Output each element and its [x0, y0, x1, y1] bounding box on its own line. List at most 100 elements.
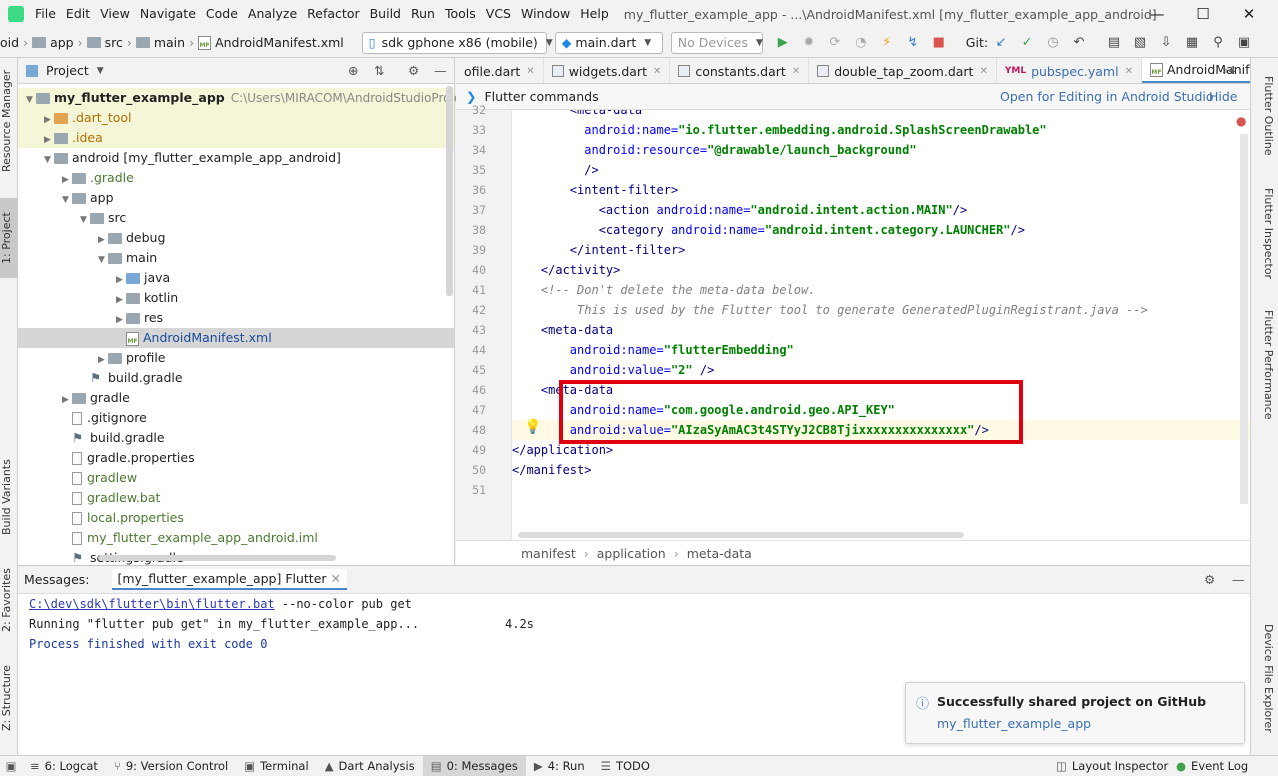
- menu-build[interactable]: Build: [365, 0, 406, 28]
- collapse-all-icon[interactable]: ⇅: [374, 63, 384, 78]
- layout-icon[interactable]: ▤: [1106, 35, 1122, 51]
- breadcrumb-manifest-tag[interactable]: manifest: [521, 546, 576, 561]
- tree-item[interactable]: ▶ .dart_tool: [18, 108, 454, 128]
- menu-view[interactable]: View: [95, 0, 135, 28]
- tree-item[interactable]: ▶ kotlin: [18, 288, 454, 308]
- flutter-inspector-tab[interactable]: Flutter Inspector: [1255, 188, 1275, 298]
- device-manager-icon[interactable]: ▧: [1132, 35, 1148, 51]
- apply-changes-icon[interactable]: ↯: [905, 35, 921, 51]
- tree-item[interactable]: ▶ .gradle: [18, 168, 454, 188]
- tree-toggle-icon[interactable]: ▶: [116, 310, 126, 330]
- close-tab-icon[interactable]: ✕: [526, 66, 534, 77]
- tree-item[interactable]: ▼ app: [18, 188, 454, 208]
- run-icon[interactable]: ▶: [775, 35, 791, 51]
- tree-item[interactable]: local.properties: [18, 508, 454, 528]
- tab-overflow[interactable]: »4: [1222, 64, 1236, 77]
- profile-icon[interactable]: ◔: [853, 35, 869, 51]
- editor-tab[interactable]: double_tap_zoom.dart ✕: [809, 58, 997, 83]
- tree-toggle-icon[interactable]: ▶: [116, 290, 126, 310]
- target-devices-selector[interactable]: No Devices ▼: [670, 31, 763, 54]
- tree-item[interactable]: my_flutter_example_app_android.iml: [18, 528, 454, 548]
- menu-file[interactable]: File: [30, 0, 61, 28]
- device-selector[interactable]: ▯ sdk gphone x86 (mobile) ▼: [361, 31, 553, 54]
- event-log-button[interactable]: ● Event Log: [1168, 756, 1256, 776]
- close-tab-icon[interactable]: ✕: [1125, 66, 1133, 77]
- menu-run[interactable]: Run: [406, 0, 440, 28]
- close-tab-icon[interactable]: ✕: [792, 66, 800, 77]
- tree-toggle-icon[interactable]: ▶: [44, 130, 54, 150]
- breadcrumb-manifest[interactable]: MF AndroidManifest.xml: [198, 35, 344, 50]
- editor-tab[interactable]: ofile.dart ✕: [456, 58, 544, 83]
- tree-item[interactable]: ▶ java: [18, 268, 454, 288]
- hot-reload-icon[interactable]: ⚡: [879, 35, 895, 51]
- status-tool-button[interactable]: ▤ 0: Messages: [422, 755, 526, 776]
- search-icon[interactable]: ⚲: [1210, 35, 1226, 51]
- toggle-tool-windows-icon[interactable]: ▣: [0, 759, 22, 773]
- tree-item[interactable]: gradlew.bat: [18, 488, 454, 508]
- close-icon[interactable]: ✕: [1226, 0, 1272, 28]
- tree-toggle-icon[interactable]: ▼: [62, 190, 72, 210]
- build-variants-tab[interactable]: Build Variants: [0, 452, 18, 542]
- breadcrumb-android[interactable]: oid ›: [0, 35, 32, 50]
- tree-toggle-icon[interactable]: ▼: [44, 150, 54, 170]
- status-tool-button[interactable]: ☰ TODO: [593, 756, 658, 776]
- breadcrumb-app[interactable]: app ›: [32, 35, 87, 50]
- tree-item[interactable]: ▶ debug: [18, 228, 454, 248]
- tree-item[interactable]: ▶ gradle: [18, 388, 454, 408]
- editor-tab[interactable]: YML pubspec.yaml ✕: [997, 58, 1142, 83]
- repo-link[interactable]: my_flutter_example_app: [937, 716, 1091, 731]
- breadcrumb-src[interactable]: src ›: [86, 35, 136, 50]
- flutter-bat-link[interactable]: C:\dev\sdk\flutter\bin\flutter.bat: [29, 597, 275, 611]
- debug-icon[interactable]: ✹: [801, 35, 817, 51]
- messages-tab[interactable]: [my_flutter_example_app] Flutter ✕: [111, 569, 348, 590]
- tree-toggle-icon[interactable]: ▶: [98, 350, 108, 370]
- tree-item[interactable]: ▶ res: [18, 308, 454, 328]
- status-tool-button[interactable]: ▶ 4: Run: [526, 756, 593, 776]
- git-history-icon[interactable]: ◷: [1045, 35, 1061, 51]
- structure-tab[interactable]: Z: Structure: [0, 656, 18, 741]
- close-tab-icon[interactable]: ✕: [331, 571, 341, 586]
- flutter-outline-tab[interactable]: Flutter Outline: [1255, 76, 1275, 176]
- favorites-tab[interactable]: 2: Favorites: [0, 560, 18, 640]
- tree-toggle-icon[interactable]: ▼: [26, 90, 36, 110]
- maximize-icon[interactable]: ☐: [1180, 0, 1226, 28]
- menu-tools[interactable]: Tools: [440, 0, 481, 28]
- tool-window-icon[interactable]: ▣: [1236, 35, 1252, 51]
- flutter-performance-tab[interactable]: Flutter Performance: [1255, 310, 1275, 430]
- minimize-panel-icon[interactable]: —: [1232, 572, 1245, 587]
- breadcrumb-application-tag[interactable]: application: [597, 546, 666, 561]
- git-commit-icon[interactable]: ✓: [1019, 35, 1035, 51]
- status-tool-button[interactable]: ⑂ 9: Version Control: [106, 756, 236, 776]
- tree-toggle-icon[interactable]: ▶: [62, 390, 72, 410]
- tree-item[interactable]: ▼ my_flutter_example_app C:\Users\MIRACOM\…: [18, 88, 483, 110]
- editor-tab[interactable]: constants.dart ✕: [670, 58, 810, 83]
- project-view-title[interactable]: Project: [46, 63, 89, 78]
- tree-item[interactable]: ▼ src: [18, 208, 454, 228]
- close-tab-icon[interactable]: ✕: [979, 66, 987, 77]
- layout-inspector-button[interactable]: ◫ Layout Inspector: [1048, 756, 1176, 776]
- status-tool-button[interactable]: ▣ Terminal: [236, 756, 316, 776]
- git-update-icon[interactable]: ↙: [993, 35, 1009, 51]
- tree-toggle-icon[interactable]: ▶: [98, 230, 108, 250]
- tree-item[interactable]: .gitignore: [18, 408, 454, 428]
- resource-manager-tab[interactable]: Resource Manager: [0, 66, 18, 176]
- tree-item[interactable]: ▶ profile: [18, 348, 454, 368]
- menu-refactor[interactable]: Refactor: [302, 0, 364, 28]
- editor-scrollbar[interactable]: [1240, 134, 1248, 504]
- tree-item[interactable]: ▼ android [my_flutter_example_app_android…: [18, 148, 454, 168]
- tree-toggle-icon[interactable]: ▶: [62, 170, 72, 190]
- menu-window[interactable]: Window: [516, 0, 575, 28]
- gear-icon[interactable]: ⚙: [1204, 572, 1215, 587]
- attach-icon[interactable]: ⟳: [827, 35, 843, 51]
- status-tool-button[interactable]: ≡ 6: Logcat: [22, 756, 106, 776]
- tree-item[interactable]: ▶ .idea: [18, 128, 454, 148]
- stop-icon[interactable]: ■: [931, 35, 947, 51]
- tree-item[interactable]: ⚑ build.gradle: [18, 428, 454, 448]
- minimize-panel-icon[interactable]: —: [434, 63, 447, 78]
- tree-item[interactable]: gradlew: [18, 468, 454, 488]
- tree-toggle-icon[interactable]: ▼: [80, 210, 90, 230]
- menu-navigate[interactable]: Navigate: [135, 0, 201, 28]
- editor-tab[interactable]: widgets.dart ✕: [544, 58, 671, 83]
- menu-help[interactable]: Help: [575, 0, 614, 28]
- open-in-android-studio-link[interactable]: Open for Editing in Android Studio: [1000, 89, 1214, 104]
